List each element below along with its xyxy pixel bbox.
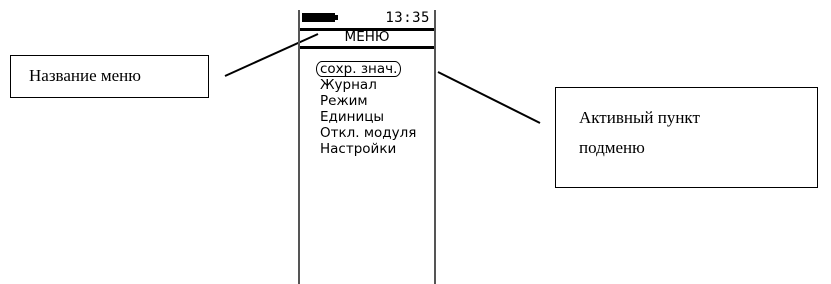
divider: [300, 46, 434, 49]
battery-tip-icon: [335, 15, 338, 20]
callout-active-item: Активный пункт подменю: [555, 87, 818, 188]
menu-item-module-off[interactable]: Откл. модуля: [320, 125, 416, 141]
status-bar: 13:35: [300, 10, 434, 27]
callout-menu-name: Название меню: [10, 55, 209, 98]
callout-active-item-line1: Активный пункт: [579, 108, 700, 127]
battery-icon: [302, 13, 335, 22]
device-screen: 13:35 МЕНЮ сохр. знач. Журнал Режим Един…: [298, 10, 436, 284]
menu-item-log[interactable]: Журнал: [320, 77, 416, 93]
callout-active-item-line2: подменю: [579, 138, 645, 157]
menu-item-mode[interactable]: Режим: [320, 93, 416, 109]
clock: 13:35: [385, 10, 430, 26]
active-item-leader: [437, 71, 541, 124]
menu-item-settings[interactable]: Настройки: [320, 141, 416, 157]
menu-item-units[interactable]: Единицы: [320, 109, 416, 125]
menu-item-save-value[interactable]: сохр. знач.: [316, 61, 402, 77]
menu-title: МЕНЮ: [344, 29, 390, 45]
menu-list: сохр. знач. Журнал Режим Единицы Откл. м…: [316, 58, 416, 157]
callout-menu-name-text: Название меню: [29, 66, 141, 85]
